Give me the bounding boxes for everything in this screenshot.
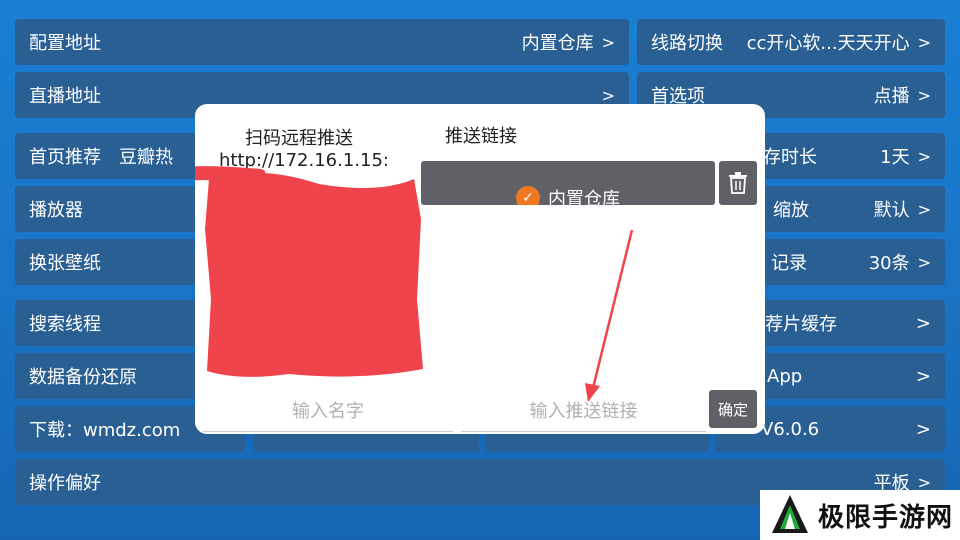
version-value: V6.0.6 bbox=[761, 418, 820, 440]
chevron-right-icon: > bbox=[917, 32, 931, 52]
chevron-right-icon: > bbox=[601, 85, 615, 105]
app-label: App bbox=[767, 365, 803, 387]
search-threads-label: 搜索线程 bbox=[29, 314, 101, 335]
push-url-input[interactable] bbox=[461, 392, 706, 432]
remote-push-dialog: 扫码远程推送 http://172.16.1.15: 推送链接 ✓ 内置仓库 确… bbox=[195, 104, 765, 434]
zoom-value: 默认 bbox=[873, 200, 910, 221]
checkmark-icon: ✓ bbox=[516, 186, 540, 205]
confirm-button[interactable]: 确定 bbox=[709, 390, 757, 428]
cache-duration-label: 存时长 bbox=[763, 147, 817, 168]
watermark-text: 极限手游网 bbox=[818, 502, 954, 533]
history-value: 30条 bbox=[868, 253, 910, 274]
builtin-repo-item[interactable]: ✓ 内置仓库 bbox=[421, 161, 715, 205]
config-address-value: 内置仓库 bbox=[521, 33, 594, 54]
chevron-right-icon: > bbox=[917, 85, 931, 105]
chevron-right-icon: > bbox=[917, 252, 931, 272]
preferred-value: 点播 bbox=[873, 86, 910, 107]
preference-label: 操作偏好 bbox=[29, 473, 101, 494]
cache-label: /荐片缓存 bbox=[759, 314, 838, 335]
chevron-right-icon: > bbox=[601, 32, 615, 52]
line-switch-value: cc开心软...天天开心 bbox=[746, 33, 910, 54]
delete-button[interactable] bbox=[719, 161, 757, 205]
line-switch-label: 线路切换 bbox=[651, 33, 723, 54]
scan-remote-push-title: 扫码远程推送 bbox=[245, 128, 353, 149]
chevron-right-icon: > bbox=[917, 472, 931, 492]
line-switch-row[interactable]: 线路切换 cc开心软...天天开心 > bbox=[637, 19, 945, 65]
push-link-title: 推送链接 bbox=[445, 126, 517, 147]
cache-duration-value: 1天 bbox=[880, 147, 910, 168]
config-address-row[interactable]: 配置地址 内置仓库 > bbox=[15, 19, 629, 65]
site-watermark: 极限手游网 bbox=[760, 490, 960, 540]
download-label: 下载：wmdz.com bbox=[29, 420, 181, 441]
builtin-repo-label: 内置仓库 bbox=[548, 189, 620, 205]
zoom-label: 缩放 bbox=[773, 200, 809, 221]
cache-chevron: > bbox=[915, 312, 931, 334]
home-recommend-value: 豆瓣热 bbox=[119, 147, 173, 168]
config-address-label: 配置地址 bbox=[29, 33, 101, 54]
player-label: 播放器 bbox=[29, 200, 83, 221]
trash-icon bbox=[729, 172, 747, 194]
app-chevron: > bbox=[915, 365, 931, 387]
wallpaper-label: 换张壁纸 bbox=[29, 253, 101, 274]
chevron-right-icon: > bbox=[917, 199, 931, 219]
home-recommend-label: 首页推荐 bbox=[29, 147, 101, 168]
watermark-logo-icon bbox=[772, 495, 808, 533]
history-label: 记录 bbox=[771, 253, 807, 274]
backup-label: 数据备份还原 bbox=[29, 367, 137, 388]
redaction-stroke bbox=[195, 166, 265, 183]
name-input[interactable] bbox=[203, 392, 453, 432]
version-chevron: > bbox=[915, 418, 931, 440]
chevron-right-icon: > bbox=[917, 146, 931, 166]
live-address-label: 直播地址 bbox=[29, 86, 101, 107]
